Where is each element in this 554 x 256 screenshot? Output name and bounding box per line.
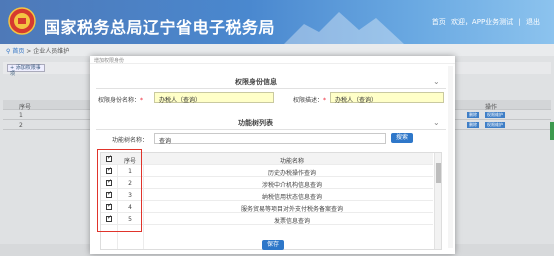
modal-header: 增加权限身份 bbox=[90, 56, 455, 64]
identity-name-label: 权限身份名称：* bbox=[98, 97, 144, 104]
chevron-down-icon[interactable]: ⌄ bbox=[433, 118, 440, 127]
mountain-decoration bbox=[284, 12, 404, 44]
function-name-label: 功能树名称： bbox=[112, 137, 149, 144]
function-name: 历史办税操作查询 bbox=[267, 170, 316, 177]
nav-separator: | bbox=[518, 18, 521, 26]
function-name: 发票信息查询 bbox=[273, 218, 310, 225]
section-title-function-tree: 功能树列表 bbox=[238, 119, 273, 127]
row-number: 2 bbox=[19, 122, 23, 129]
permission-maintain-button[interactable]: 权限维护 bbox=[485, 122, 505, 128]
add-permission-modal: 增加权限身份 权限身份信息 ⌄ 权限身份名称：* 办税人（查询） 权限描述：* … bbox=[90, 56, 455, 254]
permission-maintain-button[interactable]: 权限维护 bbox=[485, 112, 505, 118]
page-scroll-indicator[interactable] bbox=[550, 122, 554, 140]
nav-welcome: 欢迎，APP业务测试 bbox=[450, 18, 514, 26]
breadcrumb-home[interactable]: 首页 bbox=[12, 48, 24, 55]
table-row[interactable]: 2 涉税中介机构信息查询 bbox=[101, 177, 433, 189]
table-scrollbar[interactable] bbox=[434, 153, 441, 249]
selection-highlight-box bbox=[97, 149, 142, 232]
function-table-header: 序号 功能名称 bbox=[101, 153, 433, 165]
divider bbox=[96, 88, 446, 89]
section-title-identity: 权限身份信息 bbox=[235, 78, 277, 86]
column-header-name: 功能名称 bbox=[279, 158, 304, 165]
function-search-input[interactable]: 查询 bbox=[154, 133, 386, 145]
delete-button[interactable]: 删除 bbox=[467, 112, 479, 118]
nav-logout-link[interactable]: 退出 bbox=[526, 18, 540, 26]
table-row[interactable]: 5 发票信息查询 bbox=[101, 213, 433, 225]
identity-desc-field[interactable]: 办税人（查询） bbox=[330, 92, 444, 104]
modal-scrollbar[interactable] bbox=[448, 66, 453, 248]
nav-home-link[interactable]: 首页 bbox=[432, 18, 446, 26]
breadcrumb-separator: > bbox=[26, 48, 32, 55]
app-title: 国家税务总局辽宁省电子税务局 bbox=[44, 18, 276, 37]
table-row[interactable]: 4 服务贸易等项目对外支付税务备案查询 bbox=[101, 201, 433, 213]
identity-name-field[interactable]: 办税人（查询） bbox=[154, 92, 274, 104]
identity-desc-label: 权限描述：* bbox=[293, 97, 327, 104]
top-nav: 首页 欢迎，APP业务测试 | 退出 bbox=[429, 17, 540, 27]
breadcrumb: ⚲ 首页 > 企业人员维护 bbox=[0, 44, 554, 56]
table-row[interactable]: 1 历史办税操作查询 bbox=[101, 165, 433, 177]
tax-emblem-icon bbox=[8, 7, 36, 35]
function-name: 服务贸易等项目对外支付税务备案查询 bbox=[240, 206, 343, 213]
table-row[interactable]: 3 纳税信用状态信息查询 bbox=[101, 189, 433, 201]
row-number: 1 bbox=[19, 112, 23, 119]
delete-button[interactable]: 删除 bbox=[467, 122, 479, 128]
breadcrumb-current: 企业人员维护 bbox=[33, 48, 70, 55]
function-name: 纳税信用状态信息查询 bbox=[261, 194, 322, 201]
add-permission-button[interactable]: + 添加权限事项 bbox=[7, 64, 45, 77]
location-icon: ⚲ bbox=[6, 48, 11, 55]
function-name: 涉税中介机构信息查询 bbox=[261, 182, 322, 189]
search-button[interactable]: 搜索 bbox=[391, 133, 413, 143]
scrollbar-thumb[interactable] bbox=[436, 163, 441, 183]
chevron-down-icon[interactable]: ⌄ bbox=[433, 77, 440, 86]
save-button[interactable]: 保存 bbox=[262, 240, 284, 250]
app-header: 国家税务总局辽宁省电子税务局 首页 欢迎，APP业务测试 | 退出 bbox=[0, 0, 554, 44]
divider bbox=[96, 129, 446, 130]
function-table: 序号 功能名称 1 历史办税操作查询 2 涉税中介机构信息查询 3 纳税信用状态… bbox=[100, 152, 442, 250]
